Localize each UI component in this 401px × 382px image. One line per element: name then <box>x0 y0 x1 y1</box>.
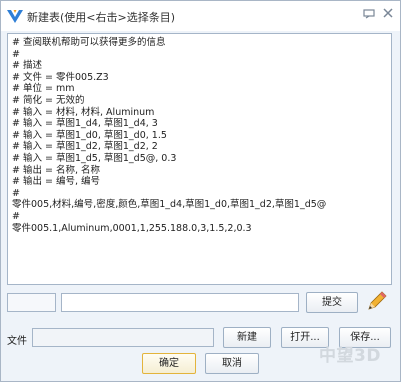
window-title: 新建表(使用<右击>选择条目) <box>27 11 176 24</box>
editor-line: # 输入 = 材料, 材料, Aluminum <box>12 106 155 118</box>
table-text-editor[interactable]: # 查阅联机帮助可以获得更多的信息 # # 描述 # 文件 = 零件005.Z3… <box>7 33 392 285</box>
editor-line: # <box>12 48 20 60</box>
entry-value-field[interactable] <box>61 293 299 312</box>
editor-line: # 输入 = 草图1_d2, 草图1_d2, 2 <box>12 141 158 153</box>
pin-icon[interactable] <box>362 8 376 22</box>
title-bar[interactable]: 新建表(使用<右击>选择条目) <box>1 1 400 31</box>
editor-line: # <box>12 210 20 222</box>
new-button[interactable]: 新建 <box>223 327 271 348</box>
submit-button[interactable]: 提交 <box>306 292 358 313</box>
close-icon[interactable] <box>381 8 395 22</box>
brand-watermark: 中望3D <box>319 346 381 366</box>
dialog-window: 新建表(使用<右击>选择条目) # 查阅联机帮助可以获得更多的信息 # # 描述… <box>0 0 401 382</box>
editor-line: # 输入 = 草图1_d5, 草图1_d5@, 0.3 <box>12 152 177 164</box>
editor-line: # <box>12 187 20 199</box>
editor-line: # 输入 = 草图1_d4, 草图1_d4, 3 <box>12 118 158 130</box>
editor-line: # 文件 = 零件005.Z3 <box>12 71 109 83</box>
editor-line: # 输出 = 编号, 编号 <box>12 176 101 188</box>
editor-line: # 查阅联机帮助可以获得更多的信息 <box>12 37 166 48</box>
editor-line: 零件005,材料,编号,密度,颜色,草图1_d4,草图1_d0,草图1_d2,草… <box>12 199 327 211</box>
editor-line: # 输入 = 草图1_d0, 草图1_d0, 1.5 <box>12 129 167 141</box>
ok-button[interactable]: 确定 <box>142 353 196 374</box>
app-logo-icon <box>7 10 23 23</box>
file-label: 文件 <box>7 336 27 347</box>
editor-line: # 简化 = 无效的 <box>12 94 85 106</box>
cancel-button[interactable]: 取消 <box>205 353 259 374</box>
editor-line: 零件005.1,Aluminum,0001,1,255.188.0,3,1.5,… <box>12 222 252 234</box>
entry-name-field[interactable] <box>7 293 56 312</box>
editor-line: # 输出 = 名称, 名称 <box>12 164 101 176</box>
file-path-field[interactable] <box>32 328 214 347</box>
editor-line: # 单位 = mm <box>12 83 75 95</box>
pencil-icon[interactable] <box>365 289 389 313</box>
editor-line: # 描述 <box>12 60 42 72</box>
